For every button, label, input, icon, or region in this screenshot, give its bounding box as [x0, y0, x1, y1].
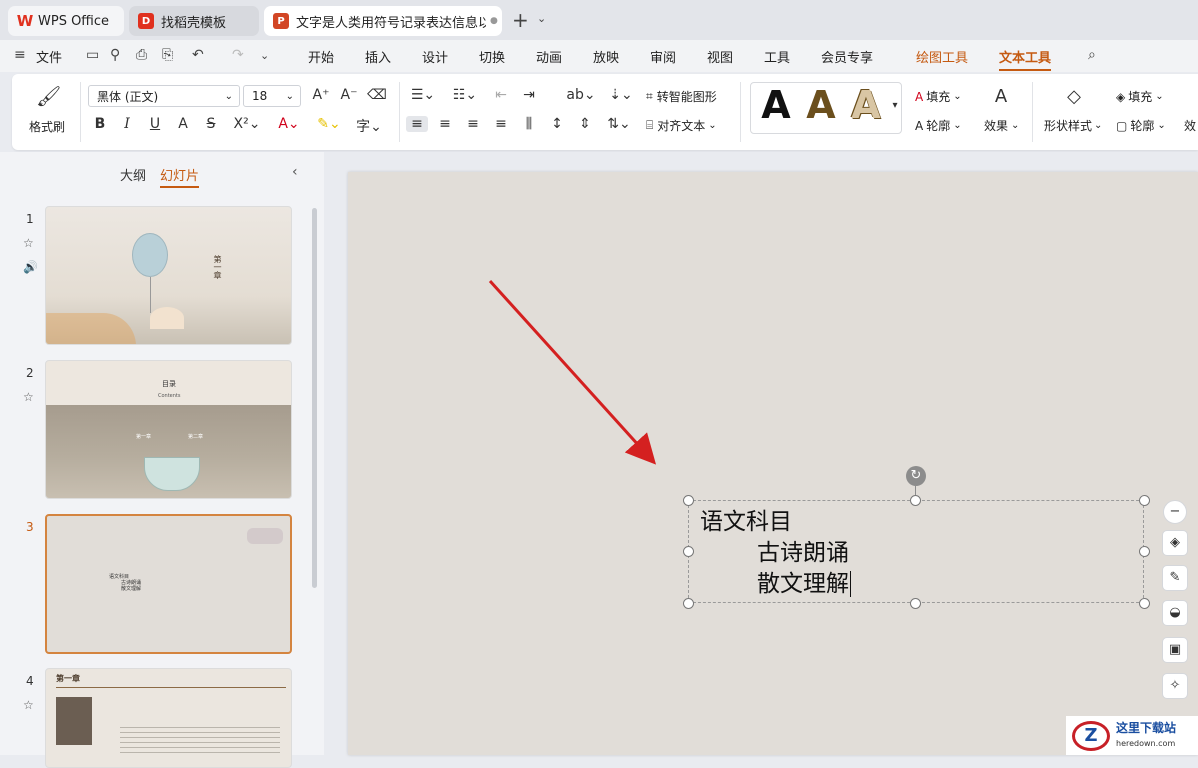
text-line: 语文科目 [700, 509, 792, 535]
zoom-out-icon[interactable]: − [1163, 500, 1187, 524]
text-line: 古诗朗诵 [757, 540, 849, 566]
layers-icon[interactable]: ◈ [1162, 530, 1188, 556]
rotate-icon[interactable]: ↻ [906, 466, 926, 486]
resize-handle[interactable] [1139, 598, 1150, 609]
site-watermark: Z 这里下载站 heredown.com [1066, 716, 1198, 755]
resize-handle[interactable] [910, 598, 921, 609]
resize-handle[interactable] [683, 495, 694, 506]
outline-icon[interactable]: ▣ [1162, 637, 1188, 663]
brush-icon[interactable]: ✎ [1162, 565, 1188, 591]
red-arrow-annotation [488, 279, 657, 465]
resize-handle[interactable] [1139, 546, 1150, 557]
text-box-content[interactable]: 语文科目 古诗朗诵 散文理解 [700, 507, 851, 600]
resize-handle[interactable] [683, 546, 694, 557]
resize-handle[interactable] [910, 495, 921, 506]
text-cursor [850, 571, 851, 597]
fill-bucket-icon[interactable]: ◒ [1162, 600, 1188, 626]
text-line: 散文理解 [700, 569, 851, 600]
arrow-line [488, 279, 657, 465]
resize-handle[interactable] [683, 598, 694, 609]
site-logo-icon: Z [1072, 720, 1110, 751]
watermark-url: heredown.com [1116, 738, 1176, 748]
watermark-text: 这里下载站 heredown.com [1116, 721, 1176, 751]
resize-handle[interactable] [1139, 495, 1150, 506]
text-line-content: 散文理解 [757, 571, 849, 597]
watermark-title: 这里下载站 [1116, 720, 1177, 735]
magic-tools-icon[interactable]: ✧ [1162, 673, 1188, 699]
